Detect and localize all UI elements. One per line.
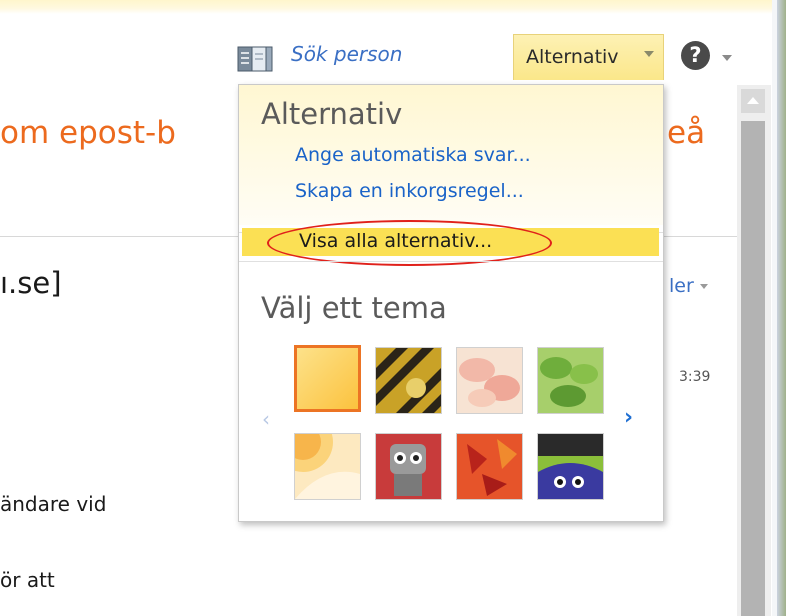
menu-divider [239,261,663,262]
theme-swatch-hazard-stripes[interactable] [375,347,442,414]
window-right-frame [772,0,786,616]
search-person-link[interactable]: Sök person [291,42,402,66]
frame-edge [772,0,777,616]
help-icon[interactable]: ? [681,41,710,70]
message-body-line: ändare vid [0,492,107,516]
window-top-strip [0,0,786,14]
message-body-line: ör att [0,568,55,592]
theme-swatch-robot[interactable] [375,433,442,500]
message-subject-tail: eå [667,115,706,151]
chevron-right-icon[interactable]: › [624,405,633,430]
scrollbar-thumb[interactable] [741,121,765,616]
address-book-icon[interactable] [236,44,276,74]
theme-swatch-monster[interactable] [537,433,604,500]
annotation-ellipse [267,220,552,266]
theme-heading: Välj ett tema [261,291,447,325]
menu-item-auto-reply[interactable]: Ange automatiska svar... [295,144,531,166]
scroll-up-button[interactable] [741,89,765,113]
chevron-left-icon[interactable]: ‹ [262,407,270,431]
menu-item-inbox-rule[interactable]: Skapa en inkorgsregel... [295,180,524,202]
reply-chevron-down-icon[interactable] [700,284,708,289]
message-time: 3:39 [679,369,711,385]
theme-swatch-pink-petals[interactable] [456,347,523,414]
options-button[interactable]: Alternativ [513,34,664,80]
vertical-scrollbar[interactable] [737,85,771,616]
help-chevron-down-icon[interactable] [722,55,732,61]
arrow-up-icon [747,97,759,104]
theme-swatch-sunrise[interactable] [294,433,361,500]
theme-swatch-green-leaves[interactable] [537,347,604,414]
theme-swatch-autumn-leaves[interactable] [456,433,523,500]
message-subject: om epost-b [0,115,176,151]
reply-menu-link[interactable]: ler [669,275,694,297]
sender-address: ı.se] [0,266,62,300]
options-dropdown-menu: Alternativ Ange automatiska svar... Skap… [238,84,664,522]
options-button-label: Alternativ [526,46,619,68]
theme-swatch-yellow[interactable] [294,345,361,412]
menu-heading: Alternativ [261,97,403,131]
chevron-down-icon [644,51,654,57]
